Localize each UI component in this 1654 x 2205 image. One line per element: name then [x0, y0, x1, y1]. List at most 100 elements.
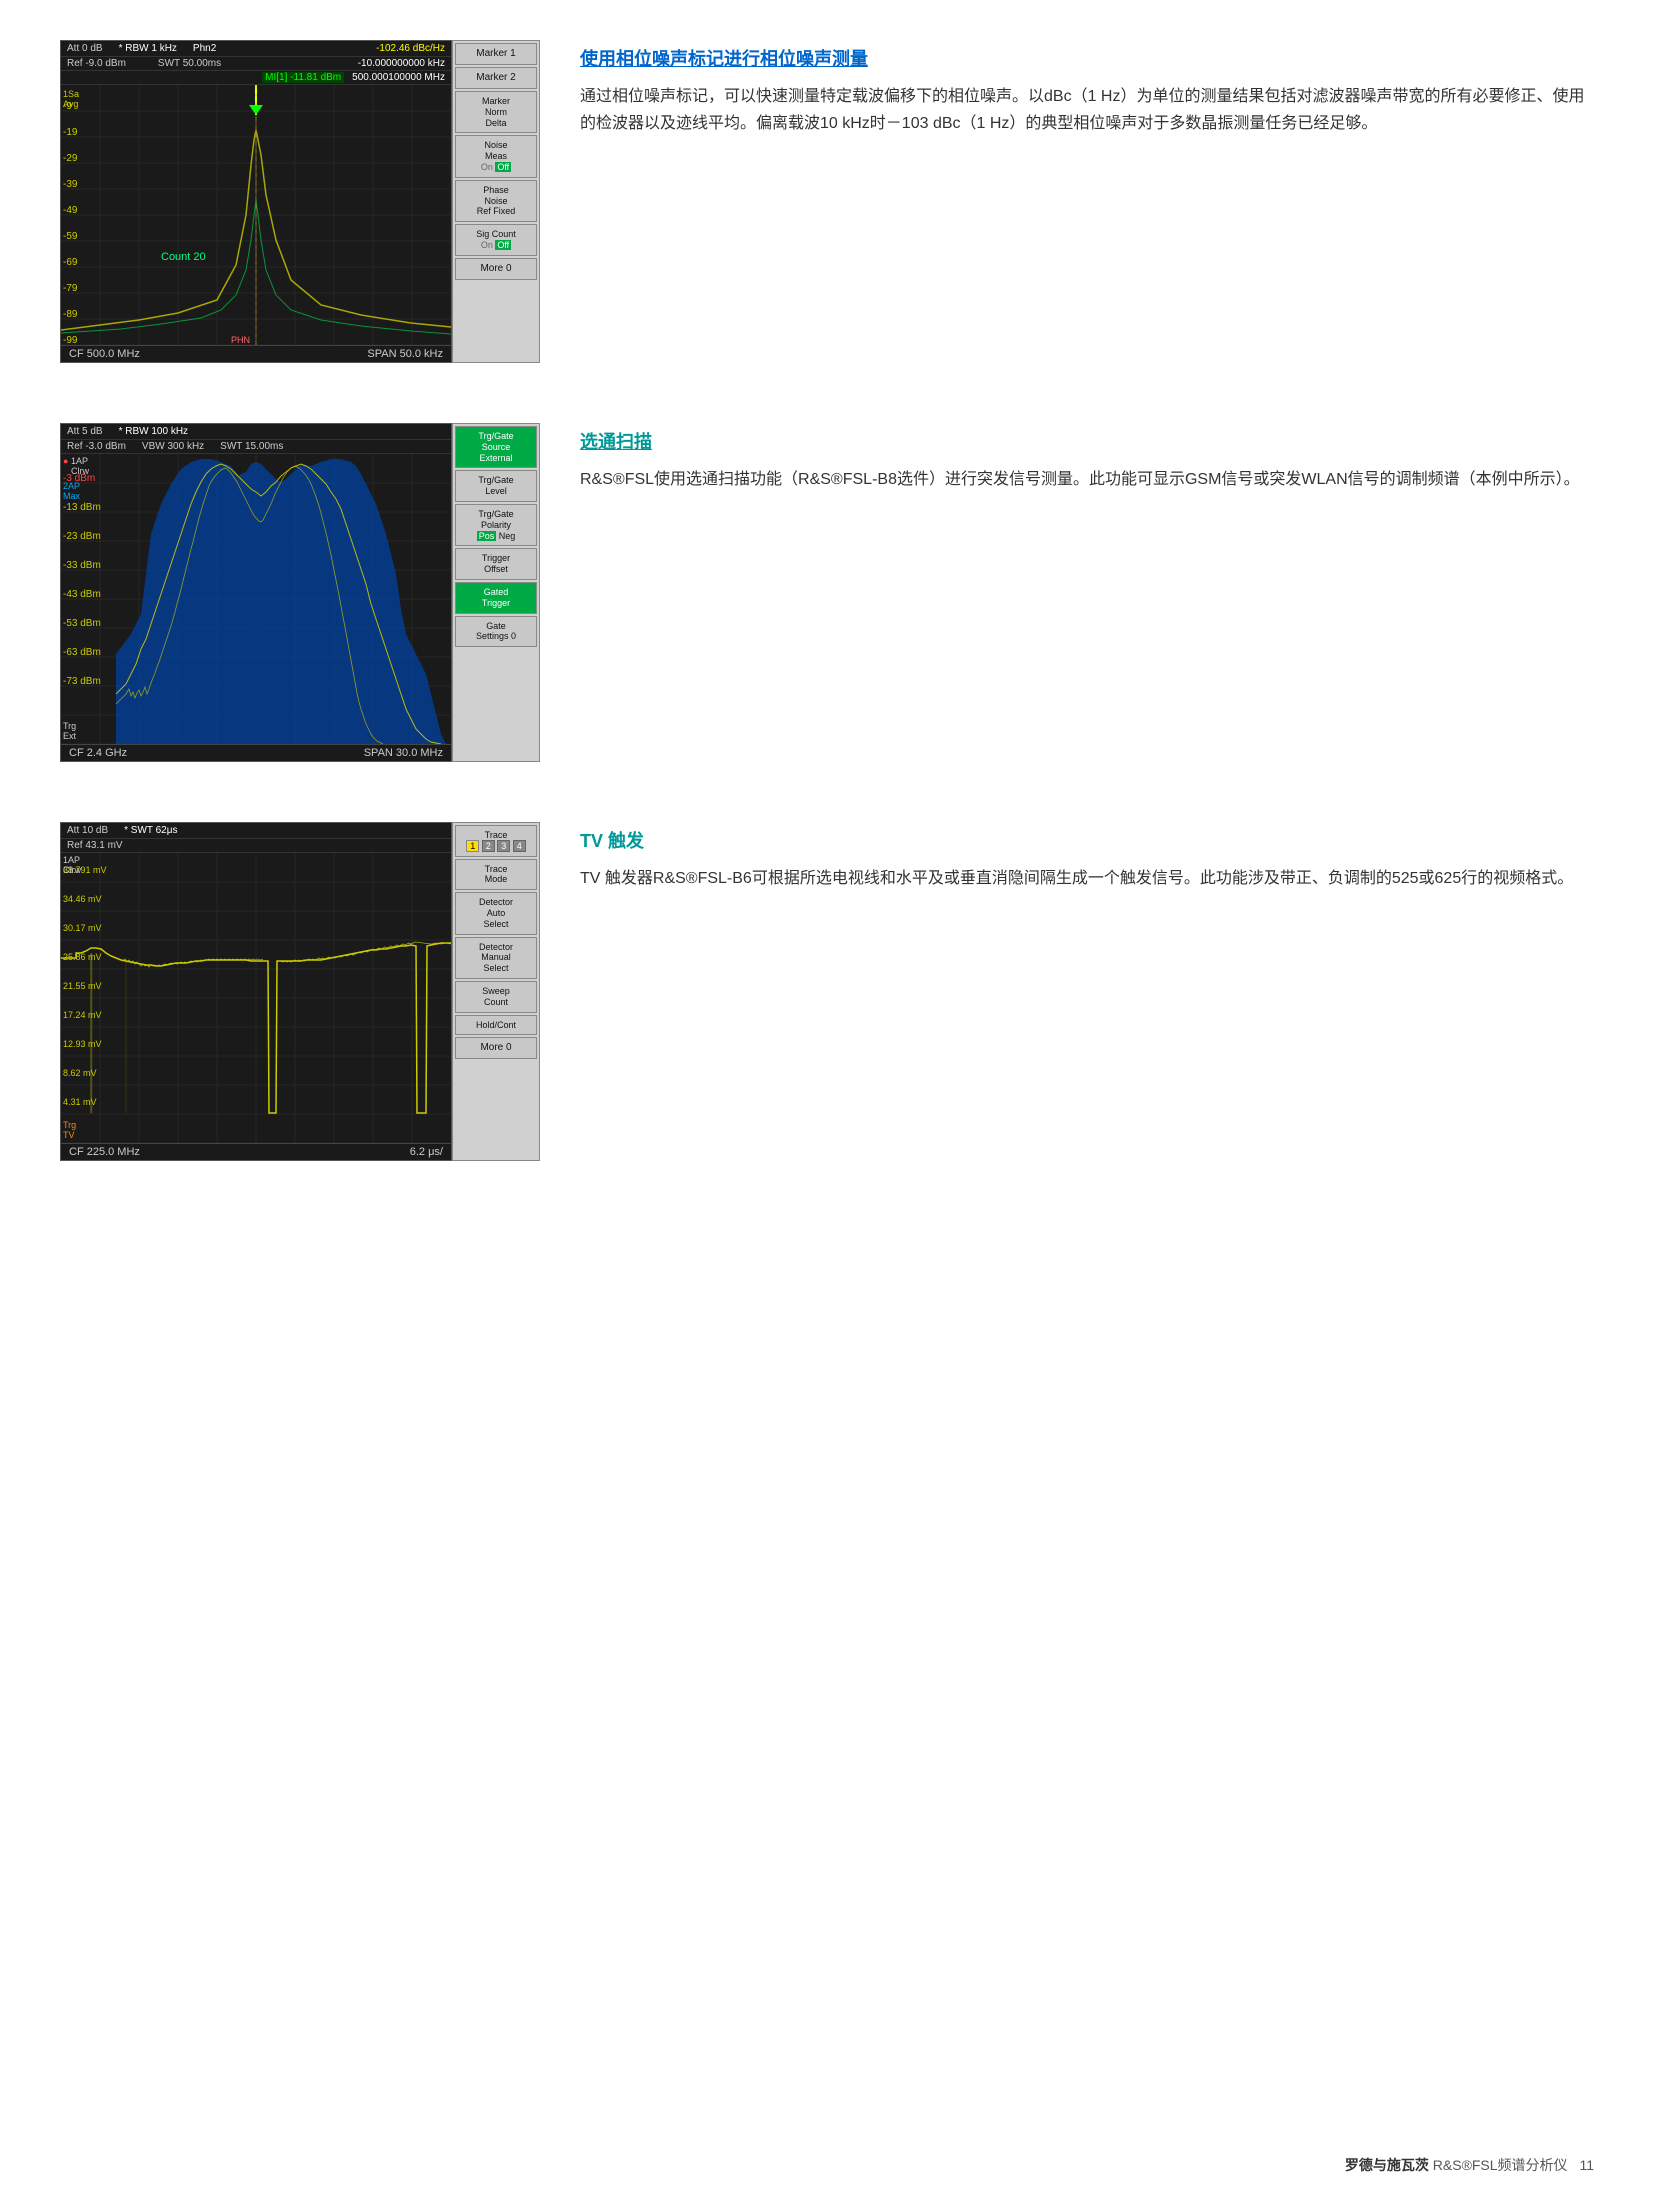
section-tv-trigger: Att 10 dB * SWT 62μs Ref 43.1 mV [60, 822, 1594, 1161]
att-label-3: Att 10 dB [67, 825, 108, 836]
svg-text:-29: -29 [63, 153, 78, 164]
svg-text:Avg: Avg [63, 99, 78, 109]
marker-value: -102.46 dBc/Hz [376, 43, 445, 54]
svg-text:4.31 mV: 4.31 mV [63, 1097, 97, 1107]
section3-body: TV 触发器R&S®FSL-B6可根据所选电视线和水平及或垂直消隐间隔生成一个触… [580, 865, 1594, 892]
svg-text:Clrw: Clrw [71, 466, 89, 476]
svg-text:-59: -59 [63, 231, 78, 242]
noise-meas-btn[interactable]: NoiseMeasOn Off [455, 135, 537, 177]
brand-name: 罗德与施瓦茨 [1345, 2157, 1429, 2173]
spectrum-svg-1: -9 -19 -29 -39 -49 -59 -69 -79 -89 -99 1… [61, 85, 451, 345]
text-area-2: 选通扫描 R&S®FSL使用选通扫描功能（R&S®FSL-B8选件）进行突发信号… [580, 423, 1594, 493]
ref-label-2: Ref -3.0 dBm [67, 441, 126, 452]
cf-label-1: CF 500.0 MHz [69, 348, 140, 360]
svg-text:17.24 mV: 17.24 mV [63, 1010, 102, 1020]
svg-text:21.55 mV: 21.55 mV [63, 981, 102, 991]
swt-label: SWT 50.00ms [158, 58, 221, 69]
svg-text:12.93 mV: 12.93 mV [63, 1039, 102, 1049]
sig-count-btn[interactable]: Sig CountOn Off [455, 224, 537, 256]
att-label-2: Att 5 dB [67, 426, 103, 437]
marker2-btn[interactable]: Marker 2 [455, 67, 537, 89]
cf-label-3: CF 225.0 MHz [69, 1146, 140, 1158]
trace-btn[interactable]: Trace 1 2 3 4 [455, 825, 537, 857]
svg-text:-79: -79 [63, 283, 78, 294]
svg-text:Ext: Ext [63, 731, 77, 741]
svg-text:-99: -99 [63, 335, 78, 345]
trigger-offset-btn[interactable]: TriggerOffset [455, 548, 537, 580]
svg-text:Max: Max [63, 491, 81, 501]
hold-cont-btn[interactable]: Hold/Cont [455, 1015, 537, 1036]
svg-text:-73 dBm: -73 dBm [63, 676, 101, 687]
freq-offset: -10.000000000 kHz [358, 58, 445, 69]
svg-text:-53 dBm: -53 dBm [63, 618, 101, 629]
svg-text:1AP: 1AP [71, 456, 88, 466]
svg-text:Trg: Trg [63, 721, 76, 731]
phn-label: Phn2 [193, 43, 216, 54]
rbw-label: * RBW 1 kHz [119, 43, 177, 54]
section1-body: 通过相位噪声标记，可以快速测量特定载波偏移下的相位噪声。以dBc（1 Hz）为单… [580, 83, 1594, 137]
svg-text:-49: -49 [63, 205, 78, 216]
spectrum-svg-2: -3 dBm -13 dBm -23 dBm -33 dBm -43 dBm -… [61, 454, 451, 744]
svg-text:34.46 mV: 34.46 mV [63, 894, 102, 904]
svg-text:Count 20: Count 20 [161, 251, 206, 263]
chart-footer-2: CF 2.4 GHz SPAN 30.0 MHz [61, 744, 451, 761]
svg-text:-19: -19 [63, 127, 78, 138]
phase-noise-btn[interactable]: PhaseNoiseRef Fixed [455, 180, 537, 222]
svg-text:-89: -89 [63, 309, 78, 320]
section-gate-sweep: Att 5 dB * RBW 100 kHz Ref -3.0 dBm VBW … [60, 423, 1594, 762]
marker-dbm: MI[1] -11.81 dBm [262, 72, 344, 83]
chart-area-1: Att 0 dB * RBW 1 kHz Phn2 -102.46 dBc/Hz… [60, 40, 540, 363]
marker1-btn[interactable]: Marker 1 [455, 43, 537, 65]
svg-text:30.17 mV: 30.17 mV [63, 923, 102, 933]
att-label: Att 0 dB [67, 43, 103, 54]
chart-footer-3: CF 225.0 MHz 6.2 μs/ [61, 1143, 451, 1160]
more-btn-1[interactable]: More 0 [455, 258, 537, 280]
svg-text:-63 dBm: -63 dBm [63, 647, 101, 658]
sweep-count-btn[interactable]: SweepCount [455, 981, 537, 1013]
svg-text:-43 dBm: -43 dBm [63, 589, 101, 600]
svg-text:25.86 mV: 25.86 mV [63, 952, 102, 962]
more-btn-3[interactable]: More 0 [455, 1037, 537, 1059]
cf-label-2: CF 2.4 GHz [69, 747, 127, 759]
svg-text:Trg: Trg [63, 1120, 76, 1130]
gate-settings-btn[interactable]: GateSettings 0 [455, 616, 537, 648]
detector-auto-btn[interactable]: DetectorAutoSelect [455, 892, 537, 934]
text-area-1: 使用相位噪声标记进行相位噪声测量 通过相位噪声标记，可以快速测量特定载波偏移下的… [580, 40, 1594, 137]
section1-title: 使用相位噪声标记进行相位噪声测量 [580, 45, 1594, 71]
model-name: R&S®FSL频谱分析仪 [1433, 2157, 1568, 2173]
text-area-3: TV 触发 TV 触发器R&S®FSL-B6可根据所选电视线和水平及或垂直消隐间… [580, 822, 1594, 892]
chart-footer-1: CF 500.0 MHz SPAN 50.0 kHz [61, 345, 451, 362]
svg-text:-69: -69 [63, 257, 78, 268]
page-footer: 罗德与施瓦茨 R&S®FSL频谱分析仪 11 [1345, 2155, 1594, 2175]
chart-area-2: Att 5 dB * RBW 100 kHz Ref -3.0 dBm VBW … [60, 423, 540, 762]
svg-text:8.62 mV: 8.62 mV [63, 1068, 97, 1078]
swt-label-2: SWT 15.00ms [220, 441, 283, 452]
span-label-1: SPAN 50.0 kHz [367, 348, 443, 360]
svg-text:-39: -39 [63, 179, 78, 190]
page-number: 11 [1579, 2157, 1594, 2173]
swt-label-3: * SWT 62μs [124, 825, 177, 836]
section-phase-noise: Att 0 dB * RBW 1 kHz Phn2 -102.46 dBc/Hz… [60, 40, 1594, 363]
trg-source-btn[interactable]: Trg/GateSourceExternal [455, 426, 537, 468]
vbw-label-2: VBW 300 kHz [142, 441, 204, 452]
trg-polarity-btn[interactable]: Trg/GatePolarityPos Neg [455, 504, 537, 546]
section2-title: 选通扫描 [580, 428, 1594, 454]
freq-abs: 500.000100000 MHz [352, 72, 445, 83]
detector-manual-btn[interactable]: DetectorManualSelect [455, 937, 537, 979]
svg-text:-33 dBm: -33 dBm [63, 560, 101, 571]
marker-norm-btn[interactable]: MarkerNormDelta [455, 91, 537, 133]
trg-level-btn[interactable]: Trg/GateLevel [455, 470, 537, 502]
span-label-2: SPAN 30.0 MHz [364, 747, 443, 759]
trace-mode-btn[interactable]: TraceMode [455, 859, 537, 891]
svg-text:PHN: PHN [231, 335, 250, 345]
gated-trigger-btn[interactable]: GatedTrigger [455, 582, 537, 614]
spectrum-svg-3: 38.791 mV 34.46 mV 30.17 mV 25.86 mV 21.… [61, 853, 451, 1143]
svg-text:1Sa: 1Sa [63, 89, 79, 99]
svg-text:-13 dBm: -13 dBm [63, 502, 101, 513]
svg-text:TV: TV [63, 1130, 75, 1140]
svg-text:Clrw: Clrw [63, 865, 81, 875]
ref-label-3: Ref 43.1 mV [67, 840, 123, 851]
section3-title: TV 触发 [580, 827, 1594, 853]
ref-label: Ref -9.0 dBm [67, 58, 126, 69]
section2-body: R&S®FSL使用选通扫描功能（R&S®FSL-B8选件）进行突发信号测量。此功… [580, 466, 1594, 493]
